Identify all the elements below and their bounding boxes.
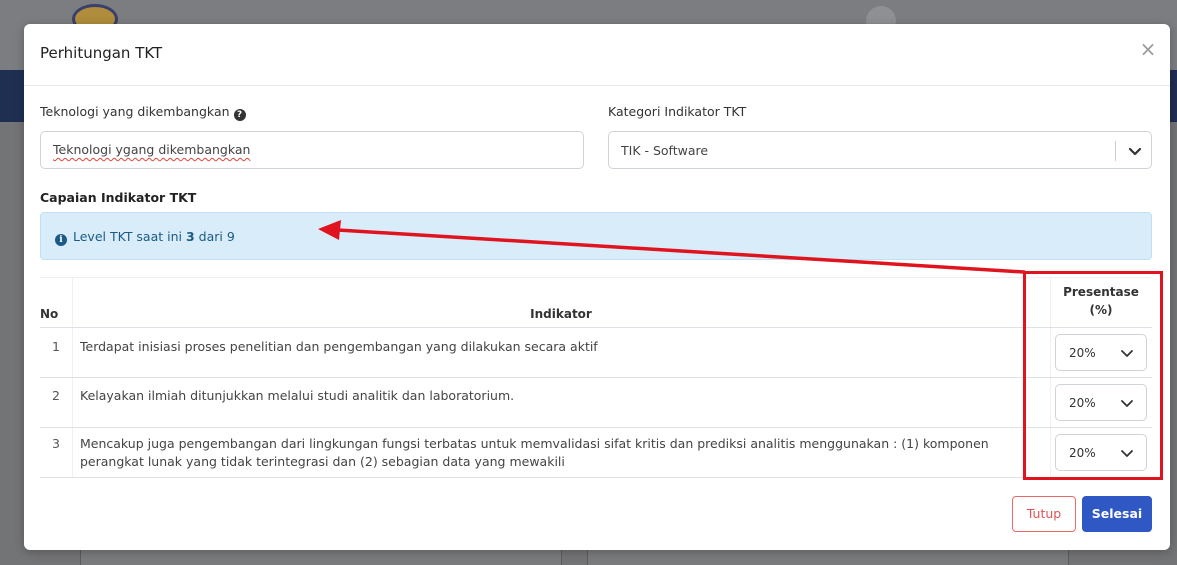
category-label: Kategori Indikator TKT (608, 104, 747, 119)
header-percentage-line2: (%) (1089, 303, 1113, 317)
tkt-level-alert: i Level TKT saat ini 3 dari 9 (40, 212, 1152, 260)
row-indicator: Kelayakan ilmiah ditunjukkan melalui stu… (80, 388, 515, 403)
chevron-down-icon (1121, 400, 1133, 407)
category-select[interactable]: TIK - Software (608, 131, 1152, 169)
level-max: 9 (226, 229, 235, 244)
technology-input[interactable]: Teknologi ygang dikembangkan (40, 131, 584, 169)
achievement-section-title: Capaian Indikator TKT (40, 190, 197, 205)
select-separator (1115, 141, 1116, 161)
row-number: 2 (52, 388, 60, 403)
header-percentage-line1: Presentase (1063, 285, 1139, 299)
percentage-select[interactable]: 20% (1055, 434, 1147, 471)
table-row: 3 Mencakup juga pengembangan dari lingku… (40, 428, 1152, 477)
modal-header: Perhitungan TKT × (24, 24, 1170, 86)
question-circle-icon[interactable]: ? (233, 109, 246, 121)
row-indicator-line2: perangkat lunak yang tidak terintegrasi … (80, 454, 565, 469)
info-circle-icon: i (55, 234, 67, 246)
modal-title: Perhitungan TKT (40, 44, 163, 62)
category-select-value: TIK - Software (621, 143, 709, 158)
percentage-value: 20% (1069, 446, 1096, 460)
percentage-value: 20% (1069, 346, 1096, 360)
row-number: 1 (52, 339, 60, 354)
row-divider (40, 477, 1152, 478)
row-indicator: Terdapat inisiasi proses penelitian dan … (80, 339, 598, 354)
level-mid: dari (198, 229, 223, 244)
row-number: 3 (52, 436, 60, 451)
tkt-level-text: i Level TKT saat ini 3 dari 9 (55, 229, 235, 246)
table-row: 1 Terdapat inisiasi proses penelitian da… (40, 328, 1152, 378)
chevron-down-icon (1121, 450, 1133, 457)
level-prefix: Level TKT saat ini (72, 229, 182, 244)
header-no: No (40, 307, 59, 321)
level-current: 3 (185, 229, 195, 244)
tkt-calculation-modal: Perhitungan TKT × Teknologi yang dikemba… (24, 24, 1170, 550)
percentage-select[interactable]: 20% (1055, 334, 1147, 371)
percentage-value: 20% (1069, 396, 1096, 410)
table-row: 2 Kelayakan ilmiah ditunjukkan melalui s… (40, 378, 1152, 427)
chevron-down-icon[interactable] (1127, 141, 1143, 161)
row-indicator: Mencakup juga pengembangan dari lingkung… (80, 436, 989, 451)
technology-label-text: Teknologi yang dikembangkan (40, 104, 230, 119)
close-icon[interactable]: × (1137, 38, 1159, 60)
header-indicator: Indikator (530, 307, 592, 321)
technology-label: Teknologi yang dikembangkan? (40, 104, 246, 121)
close-button[interactable]: Tutup (1012, 496, 1076, 532)
done-button[interactable]: Selesai (1082, 496, 1152, 532)
chevron-down-icon (1121, 350, 1133, 357)
percentage-select[interactable]: 20% (1055, 384, 1147, 421)
header-percentage: Presentase (%) (1050, 277, 1152, 327)
